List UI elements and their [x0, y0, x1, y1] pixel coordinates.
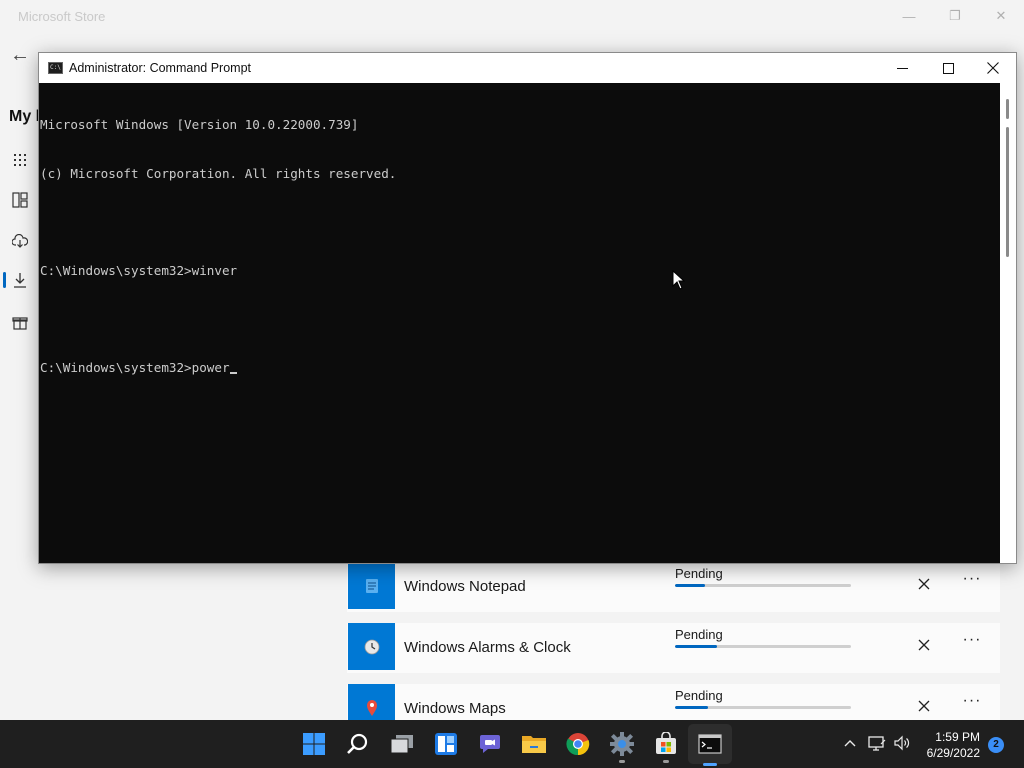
cmd-titlebar[interactable]: C:\ Administrator: Command Prompt [39, 53, 1016, 83]
download-item-alarms[interactable]: Windows Alarms & Clock Pending ··· [347, 623, 1000, 673]
file-explorer-icon[interactable] [518, 728, 550, 760]
cmd-close-button[interactable] [970, 53, 1016, 83]
console-current-input[interactable]: C:\Windows\system32>power [40, 360, 230, 375]
clock[interactable]: 1:59 PM 6/29/2022 [927, 729, 980, 761]
download-name: Windows Maps [404, 700, 506, 717]
command-prompt-window[interactable]: C:\ Administrator: Command Prompt Micros… [38, 52, 1017, 564]
running-indicator [619, 760, 625, 763]
download-name: Windows Alarms & Clock [404, 639, 571, 656]
console-line: Microsoft Windows [Version 10.0.22000.73… [40, 117, 359, 133]
console-input-line[interactable]: C:\Windows\system32>power [40, 360, 1000, 376]
store-window-controls: — ❐ ✕ [886, 0, 1024, 32]
clock-date: 6/29/2022 [926, 746, 980, 760]
download-progress-bar [675, 584, 851, 587]
console-line: C:\Windows\system32>winver [40, 263, 238, 279]
maps-app-icon [348, 684, 395, 720]
download-status: Pending [675, 627, 723, 642]
more-options-icon[interactable]: ··· [959, 631, 985, 653]
teams-chat-icon[interactable] [474, 728, 506, 760]
download-status: Pending [675, 688, 723, 703]
search-icon[interactable] [342, 728, 374, 760]
text-cursor [229, 372, 237, 375]
cmd-scrollbar[interactable] [1000, 83, 1016, 563]
download-item-notepad[interactable]: Windows Notepad Pending ··· [347, 562, 1000, 612]
cmd-minimize-button[interactable] [879, 53, 925, 83]
volume-icon[interactable] [893, 735, 911, 756]
cancel-download-icon[interactable] [914, 635, 934, 655]
download-name: Windows Notepad [404, 578, 526, 595]
show-hidden-icons-chevron-icon[interactable] [843, 736, 857, 755]
scroll-up-indicator[interactable] [1006, 99, 1009, 119]
scrollbar-thumb[interactable] [1006, 127, 1009, 257]
more-options-icon[interactable]: ··· [959, 692, 985, 714]
widgets-icon[interactable] [430, 728, 462, 760]
download-item-maps[interactable]: Windows Maps Pending ··· [347, 684, 1000, 720]
download-status: Pending [675, 566, 723, 581]
notepad-app-icon [348, 562, 395, 609]
clock-time: 1:59 PM [935, 730, 980, 744]
console-line: (c) Microsoft Corporation. All rights re… [40, 166, 397, 181]
more-options-icon[interactable]: ··· [959, 570, 985, 592]
nav-apps-icon[interactable] [10, 150, 30, 170]
store-minimize-button[interactable]: — [886, 0, 932, 32]
task-view-icon[interactable] [386, 728, 418, 760]
download-progress-bar [675, 706, 851, 709]
chrome-icon[interactable] [562, 728, 594, 760]
cloud-download-icon[interactable] [10, 231, 30, 251]
network-icon[interactable] [868, 735, 886, 756]
download-progress-bar [675, 645, 851, 648]
mouse-pointer-icon [672, 270, 686, 290]
back-arrow-icon[interactable]: ← [10, 44, 32, 66]
cancel-download-icon[interactable] [914, 574, 934, 594]
store-maximize-button[interactable]: ❐ [932, 0, 978, 32]
library-heading: My l [9, 108, 41, 125]
settings-icon[interactable] [606, 728, 638, 763]
console-output[interactable]: Microsoft Windows [Version 10.0.22000.73… [39, 83, 1000, 563]
command-prompt-icon[interactable] [694, 728, 726, 766]
notification-badge[interactable]: 2 [988, 737, 1004, 753]
cmd-maximize-button[interactable] [925, 53, 971, 83]
active-indicator [703, 763, 717, 766]
start-icon[interactable] [298, 728, 330, 760]
store-close-button[interactable]: ✕ [978, 0, 1024, 32]
downloads-icon[interactable] [3, 270, 30, 290]
gift-icon[interactable] [10, 312, 30, 332]
store-title: Microsoft Store [18, 9, 106, 24]
cmd-title: Administrator: Command Prompt [69, 61, 252, 75]
alarms-clock-app-icon [348, 623, 395, 670]
cmd-app-icon: C:\ [48, 62, 63, 74]
running-indicator [663, 760, 669, 763]
nav-gallery-icon[interactable] [10, 190, 30, 210]
store-icon[interactable] [650, 728, 682, 763]
cancel-download-icon[interactable] [914, 696, 934, 716]
